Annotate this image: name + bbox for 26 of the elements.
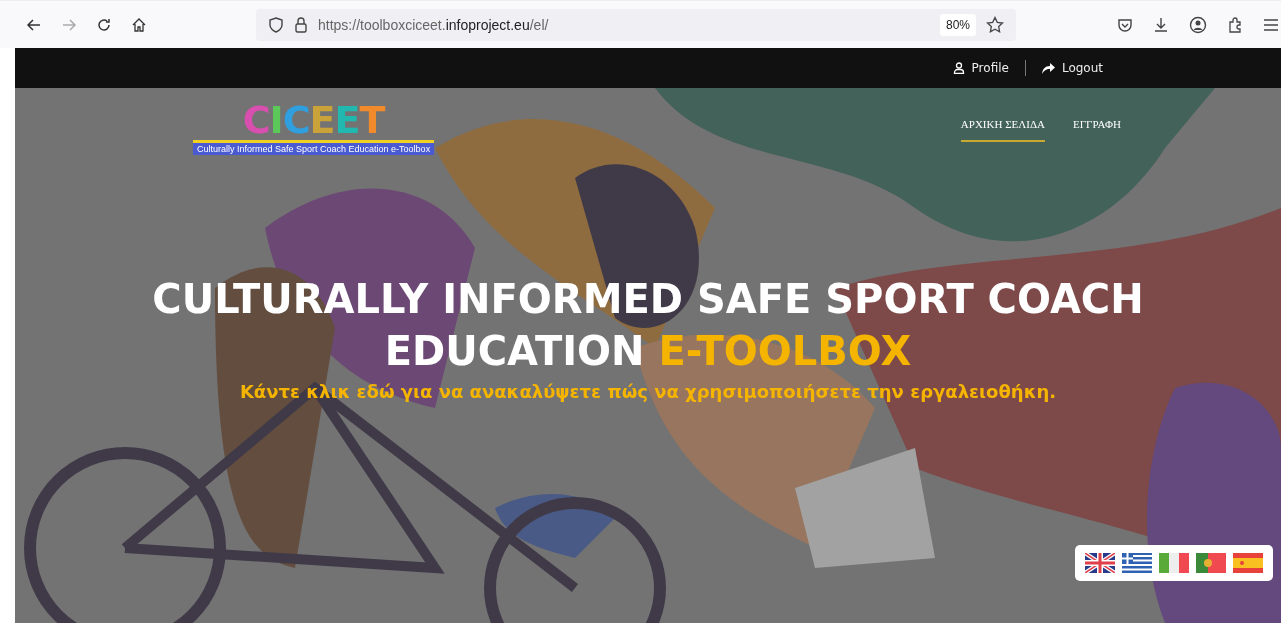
lock-icon — [294, 16, 308, 33]
shield-icon — [268, 16, 284, 33]
nav-link[interactable]: ΕΓΓΡΑΦΗ — [1072, 118, 1121, 142]
hero-subtitle-link[interactable]: Κάντε κλικ εδώ για να ανακαλύψετε πώς να χρησιμοποιήσετε την εργαλειοθήκη. — [239, 381, 1057, 402]
pocket-icon[interactable] — [1117, 16, 1133, 33]
account-icon[interactable] — [1189, 15, 1207, 34]
star-icon[interactable] — [986, 15, 1004, 34]
url-text: https://toolboxciceet.infoproject.eu/el/ — [318, 16, 550, 33]
zoom-level[interactable]: 80% — [939, 13, 976, 36]
download-icon[interactable] — [1153, 16, 1169, 33]
profile-link[interactable]: Profile — [952, 61, 1009, 75]
reload-icon[interactable] — [96, 16, 112, 33]
italian-flag-icon[interactable] — [1159, 553, 1189, 573]
user-icon — [952, 62, 965, 74]
extensions-icon[interactable] — [1227, 16, 1243, 33]
address-bar[interactable]: https://toolboxciceet.infoproject.eu/el/ 80% — [256, 8, 1016, 41]
back-icon[interactable] — [26, 16, 42, 33]
greek-flag-icon[interactable] — [1122, 553, 1152, 573]
union-jack-flag-icon[interactable] — [1085, 553, 1115, 573]
logo[interactable]: CICEET Culturally Informed Safe Sport Coach Education e-Toolbox — [193, 100, 435, 155]
home-icon[interactable] — [131, 16, 147, 33]
nav-link[interactable]: ΑΡΧΙΚΗ ΣΕΛΙΔΑ — [960, 118, 1045, 142]
share-arrow-icon — [1041, 62, 1055, 74]
menu-icon[interactable] — [1263, 17, 1279, 32]
hero-title: CULTURALLY INFORMED SAFE SPORT COACH EDUCATION E-TOOLBOX — [151, 275, 1145, 376]
logout-link[interactable]: Logout — [1041, 61, 1103, 75]
